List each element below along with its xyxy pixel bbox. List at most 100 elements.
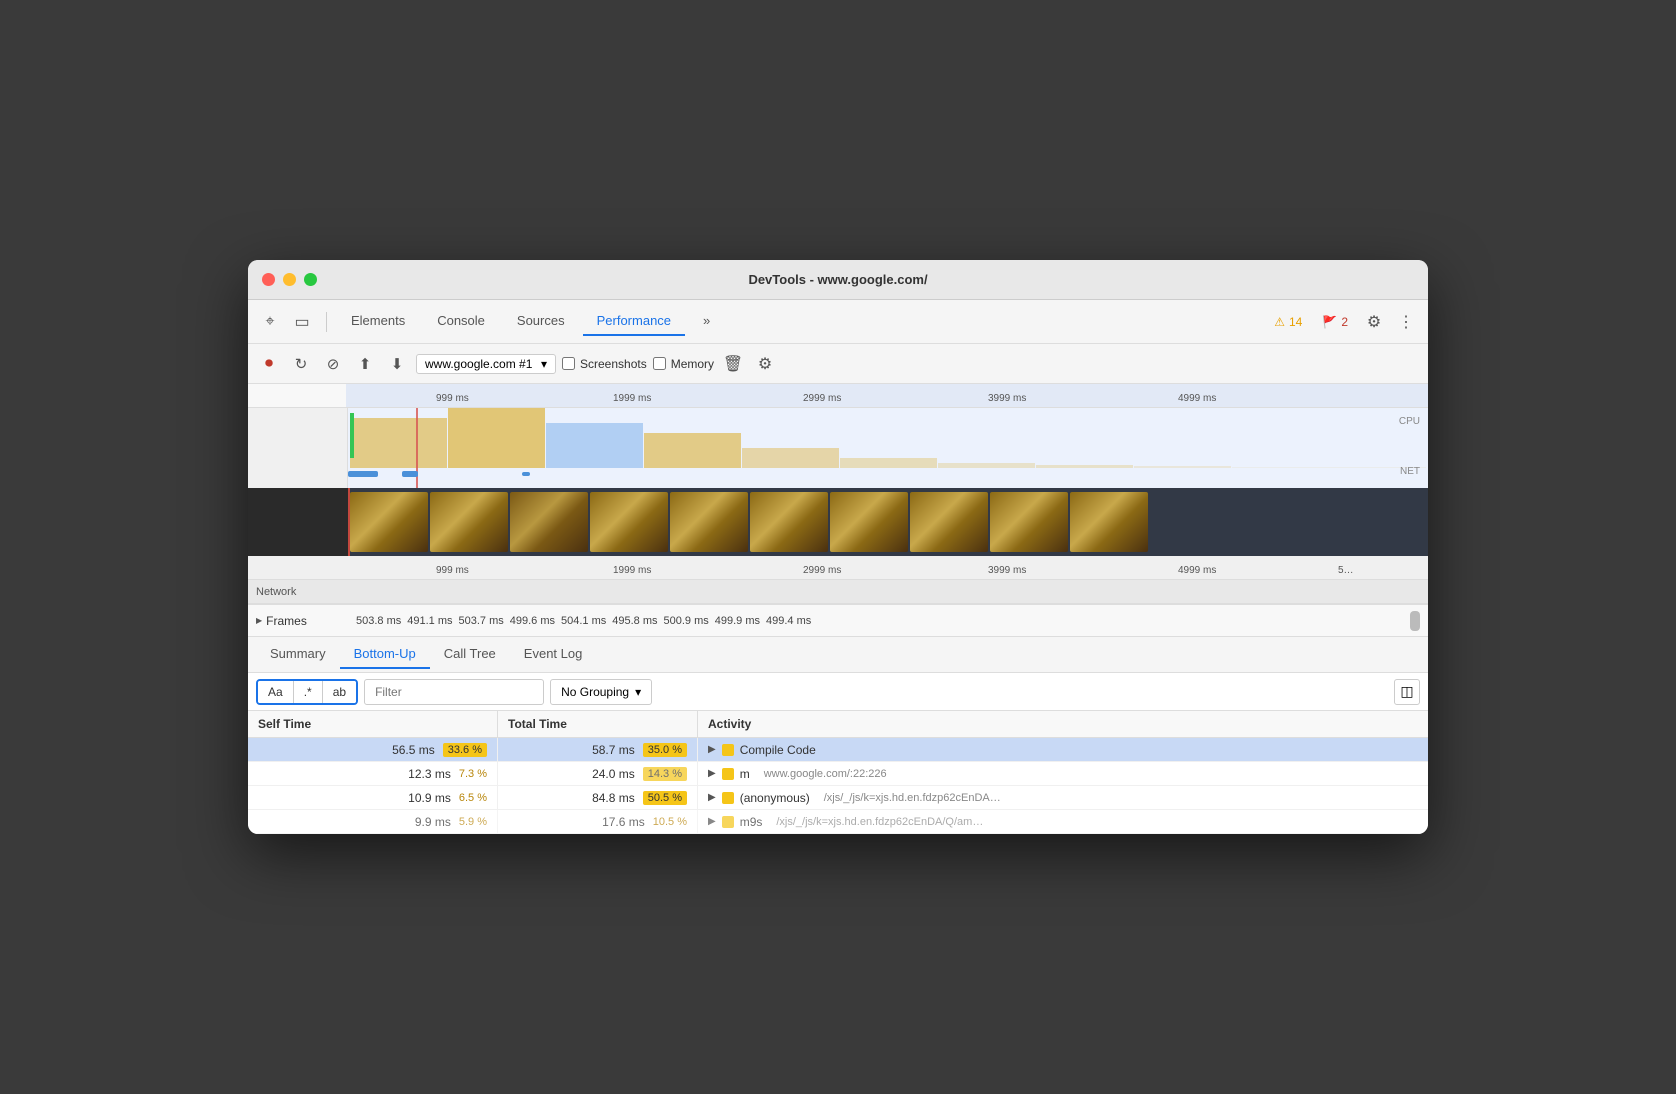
dropdown-icon: ▾ — [541, 357, 547, 371]
tab-elements[interactable]: Elements — [337, 307, 419, 336]
ruler2-tick-2: 1999 ms — [613, 565, 651, 576]
row2-self-ms: 12.3 ms — [408, 767, 451, 781]
regex-button[interactable]: .* — [294, 681, 323, 703]
separator — [326, 312, 327, 332]
row1-self-pct: 33.6 % — [443, 743, 487, 757]
close-button[interactable] — [262, 273, 275, 286]
frame-times: 503.8 ms 491.1 ms 503.7 ms 499.6 ms 504.… — [356, 615, 811, 627]
settings-icon[interactable]: ⚙ — [1360, 308, 1388, 336]
tab-performance[interactable]: Performance — [583, 307, 685, 336]
row4-activity: ▶ m9s /xjs/_/js/k=xjs.hd.en.fdzp62cEnDA/… — [698, 810, 1428, 833]
screenshots-checkbox[interactable]: Screenshots — [562, 357, 647, 371]
minimize-button[interactable] — [283, 273, 296, 286]
perf-settings-button[interactable]: ⚙ — [752, 351, 778, 377]
frames-label[interactable]: ▶ Frames — [256, 614, 356, 628]
row4-self-pct: 5.9 % — [459, 816, 487, 828]
memory-check-input[interactable] — [653, 357, 666, 370]
expand-icon[interactable]: ▶ — [708, 816, 716, 827]
warnings-count: 14 — [1289, 315, 1302, 329]
row3-total: 84.8 ms 50.5 % — [498, 786, 698, 809]
row4-self-ms: 9.9 ms — [415, 815, 451, 829]
scrollbar-thumb[interactable] — [1410, 611, 1420, 631]
row2-total-pct: 14.3 % — [643, 767, 687, 781]
tab-call-tree[interactable]: Call Tree — [430, 640, 510, 669]
screenshots-label: Screenshots — [580, 357, 647, 371]
toolbar-right: ⚠ 14 🚩 2 ⚙ ⋮ — [1266, 308, 1420, 336]
table-row[interactable]: 56.5 ms 33.6 % 58.7 ms 35.0 % ▶ Compile … — [248, 738, 1428, 762]
table-header: Self Time Total Time Activity — [248, 711, 1428, 738]
row2-url: www.google.com/:22:226 — [764, 768, 887, 780]
expand-icon[interactable]: ▶ — [708, 768, 716, 779]
row1-self-ms: 56.5 ms — [392, 743, 435, 757]
activity-color-box — [722, 768, 734, 780]
maximize-button[interactable] — [304, 273, 317, 286]
reload-button[interactable]: ↻ — [288, 351, 314, 377]
warnings-badge[interactable]: ⚠ 14 — [1266, 312, 1310, 332]
memory-label: Memory — [671, 357, 714, 371]
timeline-area: 999 ms 1999 ms 2999 ms 3999 ms 4999 ms — [248, 384, 1428, 605]
ruler-tick-2: 1999 ms — [613, 393, 651, 404]
row2-total: 24.0 ms 14.3 % — [498, 762, 698, 785]
case-sensitive-button[interactable]: Aa — [258, 681, 294, 703]
table-row[interactable]: 10.9 ms 6.5 % 84.8 ms 50.5 % ▶ (anonymou… — [248, 786, 1428, 810]
filter-input[interactable] — [364, 679, 544, 705]
sidebar-toggle-button[interactable]: ◫ — [1394, 679, 1420, 705]
col-total-time: Total Time — [498, 711, 698, 737]
tab-event-log[interactable]: Event Log — [510, 640, 597, 669]
screenshots-check-input[interactable] — [562, 357, 575, 370]
grouping-select[interactable]: No Grouping ▾ — [550, 679, 652, 705]
frame-time-3: 503.7 ms — [459, 615, 504, 627]
frame-time-4: 499.6 ms — [510, 615, 555, 627]
filmstrip-thumb — [670, 492, 748, 552]
filmstrip-thumb — [910, 492, 988, 552]
upload-button[interactable]: ⬆ — [352, 351, 378, 377]
row1-activity-cell: ▶ Compile Code — [708, 743, 816, 757]
row2-self-pct: 7.3 % — [459, 768, 487, 780]
ruler2-tick-5: 4999 ms — [1178, 565, 1216, 576]
row2-activity: ▶ m www.google.com/:22:226 — [698, 762, 1428, 785]
tab-bottom-up[interactable]: Bottom-Up — [340, 640, 430, 669]
ruler2-tick-3: 2999 ms — [803, 565, 841, 576]
profile-select[interactable]: www.google.com #1 ▾ — [416, 354, 556, 374]
col-self-time: Self Time — [248, 711, 498, 737]
row4-url: /xjs/_/js/k=xjs.hd.en.fdzp62cEnDA/Q/am… — [776, 816, 983, 828]
error-icon: 🚩 — [1322, 315, 1337, 329]
filter-options-group: Aa .* ab — [256, 679, 358, 705]
frame-time-5: 504.1 ms — [561, 615, 606, 627]
inspect-icon[interactable]: ⌖ — [256, 308, 284, 336]
network-label-area: Network — [248, 580, 1428, 604]
tab-more[interactable]: » — [689, 307, 724, 336]
download-button[interactable]: ⬇ — [384, 351, 410, 377]
table-row[interactable]: 12.3 ms 7.3 % 24.0 ms 14.3 % ▶ m www.goo… — [248, 762, 1428, 786]
whole-word-button[interactable]: ab — [323, 681, 356, 703]
clear-button[interactable]: ⊘ — [320, 351, 346, 377]
record-button[interactable]: ⏺ — [256, 351, 282, 377]
expand-icon[interactable]: ▶ — [708, 792, 716, 803]
filmstrip-thumb — [830, 492, 908, 552]
filmstrip-thumb — [750, 492, 828, 552]
row3-self: 10.9 ms 6.5 % — [248, 786, 498, 809]
analysis-tabs: Summary Bottom-Up Call Tree Event Log — [248, 637, 1428, 673]
col-activity: Activity — [698, 711, 1428, 737]
tab-sources[interactable]: Sources — [503, 307, 579, 336]
row1-total-pct: 35.0 % — [643, 743, 687, 757]
frame-time-7: 500.9 ms — [664, 615, 709, 627]
tab-summary[interactable]: Summary — [256, 640, 340, 669]
row2-total-ms: 24.0 ms — [592, 767, 635, 781]
traffic-lights[interactable] — [262, 273, 317, 286]
device-toolbar-icon[interactable]: ▭ — [288, 308, 316, 336]
errors-badge[interactable]: 🚩 2 — [1314, 312, 1356, 332]
table-row[interactable]: 9.9 ms 5.9 % 17.6 ms 10.5 % ▶ m9s /xjs/_… — [248, 810, 1428, 834]
grouping-label: No Grouping — [561, 685, 629, 699]
row1-self: 56.5 ms 33.6 % — [248, 738, 498, 761]
tab-console[interactable]: Console — [423, 307, 499, 336]
expand-icon[interactable]: ▶ — [708, 744, 716, 755]
row3-activity: ▶ (anonymous) /xjs/_/js/k=xjs.hd.en.fdzp… — [698, 786, 1428, 809]
row4-activity-cell: ▶ m9s /xjs/_/js/k=xjs.hd.en.fdzp62cEnDA/… — [708, 815, 983, 829]
filter-row-right: ◫ — [1394, 679, 1420, 705]
row1-activity-label: Compile Code — [740, 743, 816, 757]
more-options-icon[interactable]: ⋮ — [1392, 308, 1420, 336]
delete-button[interactable]: 🗑 — [720, 351, 746, 377]
memory-checkbox[interactable]: Memory — [653, 357, 714, 371]
expand-frames-icon[interactable]: ▶ — [256, 616, 262, 625]
